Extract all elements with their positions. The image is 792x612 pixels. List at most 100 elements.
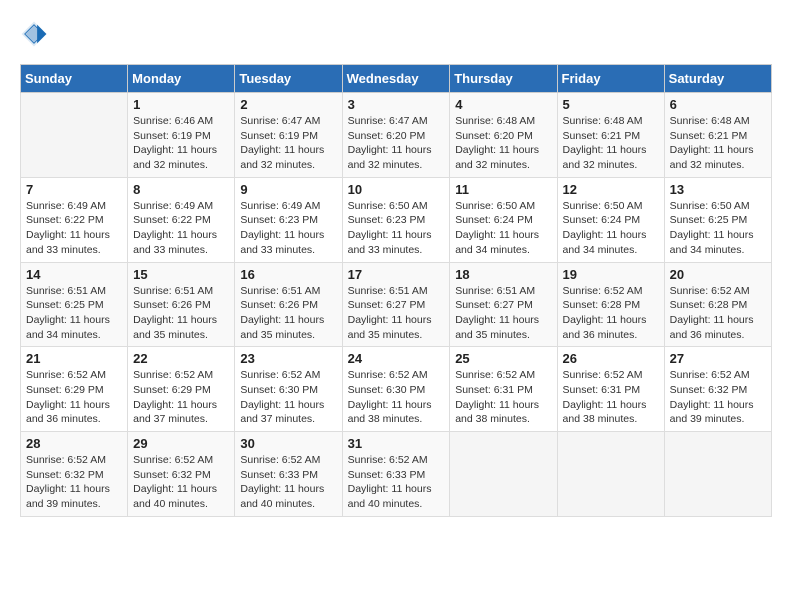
day-number: 15: [133, 267, 229, 282]
calendar-cell: 26 Sunrise: 6:52 AMSunset: 6:31 PMDayligh…: [557, 347, 664, 432]
calendar-cell: 4 Sunrise: 6:48 AMSunset: 6:20 PMDaylight…: [450, 93, 557, 178]
week-row: 1Sunrise: 6:46 AMSunset: 6:19 PMDaylight…: [21, 93, 772, 178]
day-number: 8: [133, 182, 229, 197]
calendar-cell: 31Sunrise: 6:52 AMSunset: 6:33 PMDayligh…: [342, 432, 450, 517]
calendar-cell: 6 Sunrise: 6:48 AMSunset: 6:21 PMDaylight…: [664, 93, 771, 178]
day-info: Sunrise: 6:51 AMSunset: 6:27 PMDaylight:…: [455, 284, 551, 343]
day-info: Sunrise: 6:50 AMSunset: 6:25 PMDaylight:…: [670, 199, 766, 258]
day-info: Sunrise: 6:48 AMSunset: 6:20 PMDaylight:…: [455, 114, 551, 173]
day-info: Sunrise: 6:52 AMSunset: 6:32 PMDaylight:…: [26, 453, 122, 512]
day-number: 26: [563, 351, 659, 366]
day-number: 5: [563, 97, 659, 112]
day-info: Sunrise: 6:52 AMSunset: 6:28 PMDaylight:…: [563, 284, 659, 343]
logo: [20, 20, 52, 48]
day-number: 18: [455, 267, 551, 282]
calendar-body: 1Sunrise: 6:46 AMSunset: 6:19 PMDaylight…: [21, 93, 772, 517]
day-number: 9: [240, 182, 336, 197]
calendar-cell: [664, 432, 771, 517]
week-row: 21Sunrise: 6:52 AMSunset: 6:29 PMDayligh…: [21, 347, 772, 432]
calendar-cell: 23 Sunrise: 6:52 AMSunset: 6:30 PMDayligh…: [235, 347, 342, 432]
calendar-cell: 19Sunrise: 6:52 AMSunset: 6:28 PMDayligh…: [557, 262, 664, 347]
calendar-cell: 25Sunrise: 6:52 AMSunset: 6:31 PMDayligh…: [450, 347, 557, 432]
day-number: 1: [133, 97, 229, 112]
day-number: 3: [348, 97, 445, 112]
day-number: 13: [670, 182, 766, 197]
calendar-cell: 29 Sunrise: 6:52 AMSunset: 6:32 PMDayligh…: [128, 432, 235, 517]
calendar-cell: [450, 432, 557, 517]
day-info: Sunrise: 6:52 AMSunset: 6:32 PMDaylight:…: [133, 453, 229, 512]
calendar-cell: 20Sunrise: 6:52 AMSunset: 6:28 PMDayligh…: [664, 262, 771, 347]
day-info: Sunrise: 6:47 AMSunset: 6:19 PMDaylight:…: [240, 114, 336, 173]
day-number: 28: [26, 436, 122, 451]
calendar-cell: 16 Sunrise: 6:51 AMSunset: 6:26 PMDayligh…: [235, 262, 342, 347]
week-row: 7 Sunrise: 6:49 AMSunset: 6:22 PMDaylight…: [21, 177, 772, 262]
day-info: Sunrise: 6:51 AMSunset: 6:26 PMDaylight:…: [240, 284, 336, 343]
day-info: Sunrise: 6:51 AMSunset: 6:27 PMDaylight:…: [348, 284, 445, 343]
day-number: 30: [240, 436, 336, 451]
weekday-header-friday: Friday: [557, 65, 664, 93]
day-number: 23: [240, 351, 336, 366]
weekday-header-monday: Monday: [128, 65, 235, 93]
day-info: Sunrise: 6:52 AMSunset: 6:29 PMDaylight:…: [133, 368, 229, 427]
day-info: Sunrise: 6:48 AMSunset: 6:21 PMDaylight:…: [563, 114, 659, 173]
calendar-cell: 18 Sunrise: 6:51 AMSunset: 6:27 PMDayligh…: [450, 262, 557, 347]
day-number: 27: [670, 351, 766, 366]
weekday-row: SundayMondayTuesdayWednesdayThursdayFrid…: [21, 65, 772, 93]
weekday-header-wednesday: Wednesday: [342, 65, 450, 93]
calendar-cell: 11 Sunrise: 6:50 AMSunset: 6:24 PMDayligh…: [450, 177, 557, 262]
calendar-cell: 24 Sunrise: 6:52 AMSunset: 6:30 PMDayligh…: [342, 347, 450, 432]
day-number: 11: [455, 182, 551, 197]
day-number: 7: [26, 182, 122, 197]
calendar-cell: 17Sunrise: 6:51 AMSunset: 6:27 PMDayligh…: [342, 262, 450, 347]
calendar-cell: 5 Sunrise: 6:48 AMSunset: 6:21 PMDaylight…: [557, 93, 664, 178]
day-info: Sunrise: 6:49 AMSunset: 6:22 PMDaylight:…: [26, 199, 122, 258]
day-number: 24: [348, 351, 445, 366]
day-info: Sunrise: 6:48 AMSunset: 6:21 PMDaylight:…: [670, 114, 766, 173]
weekday-header-tuesday: Tuesday: [235, 65, 342, 93]
week-row: 14 Sunrise: 6:51 AMSunset: 6:25 PMDayligh…: [21, 262, 772, 347]
day-info: Sunrise: 6:52 AMSunset: 6:30 PMDaylight:…: [240, 368, 336, 427]
calendar-cell: 12 Sunrise: 6:50 AMSunset: 6:24 PMDayligh…: [557, 177, 664, 262]
day-info: Sunrise: 6:50 AMSunset: 6:24 PMDaylight:…: [563, 199, 659, 258]
day-info: Sunrise: 6:51 AMSunset: 6:25 PMDaylight:…: [26, 284, 122, 343]
day-info: Sunrise: 6:52 AMSunset: 6:31 PMDaylight:…: [455, 368, 551, 427]
day-number: 16: [240, 267, 336, 282]
weekday-header-saturday: Saturday: [664, 65, 771, 93]
calendar-cell: 21Sunrise: 6:52 AMSunset: 6:29 PMDayligh…: [21, 347, 128, 432]
calendar-cell: [557, 432, 664, 517]
day-info: Sunrise: 6:51 AMSunset: 6:26 PMDaylight:…: [133, 284, 229, 343]
day-info: Sunrise: 6:52 AMSunset: 6:31 PMDaylight:…: [563, 368, 659, 427]
calendar-cell: [21, 93, 128, 178]
day-info: Sunrise: 6:52 AMSunset: 6:32 PMDaylight:…: [670, 368, 766, 427]
weekday-header-thursday: Thursday: [450, 65, 557, 93]
calendar-cell: 9 Sunrise: 6:49 AMSunset: 6:23 PMDaylight…: [235, 177, 342, 262]
day-info: Sunrise: 6:52 AMSunset: 6:30 PMDaylight:…: [348, 368, 445, 427]
day-info: Sunrise: 6:49 AMSunset: 6:22 PMDaylight:…: [133, 199, 229, 258]
day-info: Sunrise: 6:47 AMSunset: 6:20 PMDaylight:…: [348, 114, 445, 173]
day-number: 10: [348, 182, 445, 197]
calendar-cell: 13 Sunrise: 6:50 AMSunset: 6:25 PMDayligh…: [664, 177, 771, 262]
calendar-cell: 1Sunrise: 6:46 AMSunset: 6:19 PMDaylight…: [128, 93, 235, 178]
day-number: 20: [670, 267, 766, 282]
day-number: 14: [26, 267, 122, 282]
logo-icon: [20, 20, 48, 48]
day-number: 12: [563, 182, 659, 197]
calendar-cell: 7 Sunrise: 6:49 AMSunset: 6:22 PMDaylight…: [21, 177, 128, 262]
week-row: 28 Sunrise: 6:52 AMSunset: 6:32 PMDayligh…: [21, 432, 772, 517]
calendar-cell: 28 Sunrise: 6:52 AMSunset: 6:32 PMDayligh…: [21, 432, 128, 517]
calendar-table: SundayMondayTuesdayWednesdayThursdayFrid…: [20, 64, 772, 517]
calendar-cell: 3 Sunrise: 6:47 AMSunset: 6:20 PMDaylight…: [342, 93, 450, 178]
day-info: Sunrise: 6:50 AMSunset: 6:24 PMDaylight:…: [455, 199, 551, 258]
day-info: Sunrise: 6:50 AMSunset: 6:23 PMDaylight:…: [348, 199, 445, 258]
calendar-cell: 22Sunrise: 6:52 AMSunset: 6:29 PMDayligh…: [128, 347, 235, 432]
day-number: 2: [240, 97, 336, 112]
calendar-cell: 27 Sunrise: 6:52 AMSunset: 6:32 PMDayligh…: [664, 347, 771, 432]
day-info: Sunrise: 6:49 AMSunset: 6:23 PMDaylight:…: [240, 199, 336, 258]
day-number: 6: [670, 97, 766, 112]
day-number: 4: [455, 97, 551, 112]
calendar-cell: 10 Sunrise: 6:50 AMSunset: 6:23 PMDayligh…: [342, 177, 450, 262]
page-header: [20, 20, 772, 48]
day-info: Sunrise: 6:52 AMSunset: 6:29 PMDaylight:…: [26, 368, 122, 427]
day-number: 29: [133, 436, 229, 451]
day-info: Sunrise: 6:52 AMSunset: 6:33 PMDaylight:…: [348, 453, 445, 512]
